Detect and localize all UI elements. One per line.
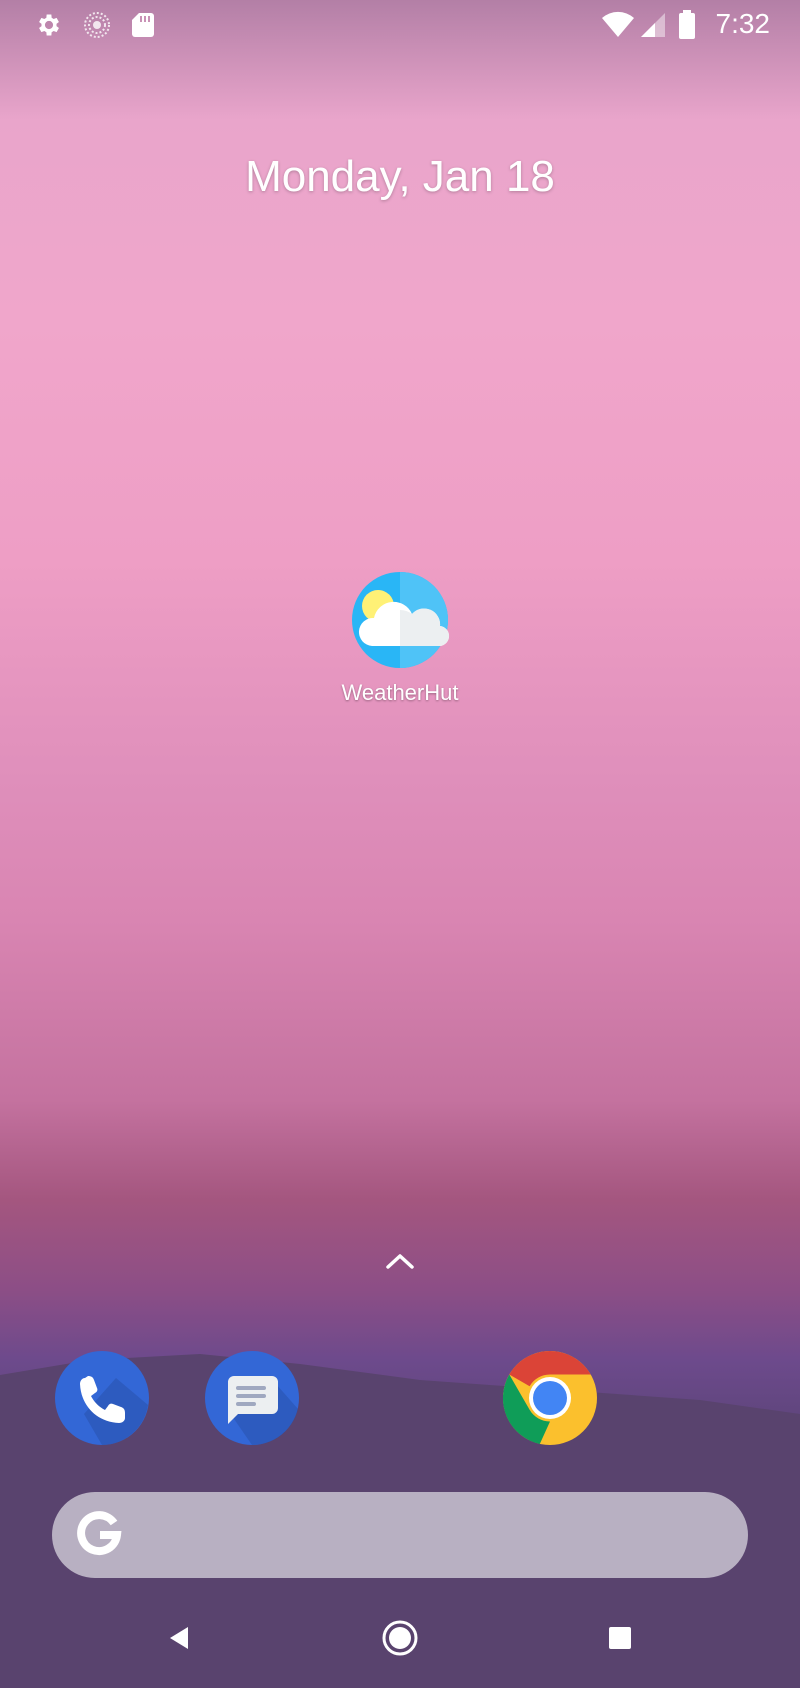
clock: 7:32 bbox=[715, 8, 771, 39]
phone-icon bbox=[55, 1351, 149, 1445]
chrome-icon bbox=[502, 1351, 597, 1445]
chevron-up-icon[interactable] bbox=[384, 1250, 416, 1272]
wifi-icon bbox=[600, 10, 636, 40]
battery-icon bbox=[676, 10, 698, 40]
app-label: WeatherHut bbox=[341, 680, 459, 705]
messages-icon bbox=[205, 1351, 299, 1446]
home-screen: 7:32 Monday, Jan 18 WeatherHut bbox=[0, 0, 800, 1688]
settings-icon bbox=[34, 10, 64, 40]
back-icon bbox=[170, 1627, 188, 1649]
sd-card-icon bbox=[128, 10, 158, 40]
google-search-bar[interactable] bbox=[52, 1492, 748, 1578]
recents-icon bbox=[609, 1627, 631, 1649]
dock-app-messages[interactable] bbox=[204, 1350, 300, 1446]
google-g-icon bbox=[77, 1511, 122, 1556]
weather-icon bbox=[352, 572, 450, 668]
app-weatherhut[interactable]: WeatherHut bbox=[320, 570, 480, 730]
sync-icon bbox=[82, 10, 112, 40]
nav-recents-button[interactable] bbox=[598, 1616, 642, 1660]
home-icon bbox=[382, 1620, 418, 1656]
date-widget[interactable]: Monday, Jan 18 bbox=[0, 152, 800, 202]
cell-signal-icon bbox=[638, 10, 668, 40]
dock-app-phone[interactable] bbox=[54, 1350, 150, 1446]
status-bar: 7:32 bbox=[0, 0, 800, 48]
nav-back-button[interactable] bbox=[158, 1616, 202, 1660]
nav-home-button[interactable] bbox=[378, 1616, 422, 1660]
dock-app-chrome[interactable] bbox=[502, 1350, 598, 1446]
